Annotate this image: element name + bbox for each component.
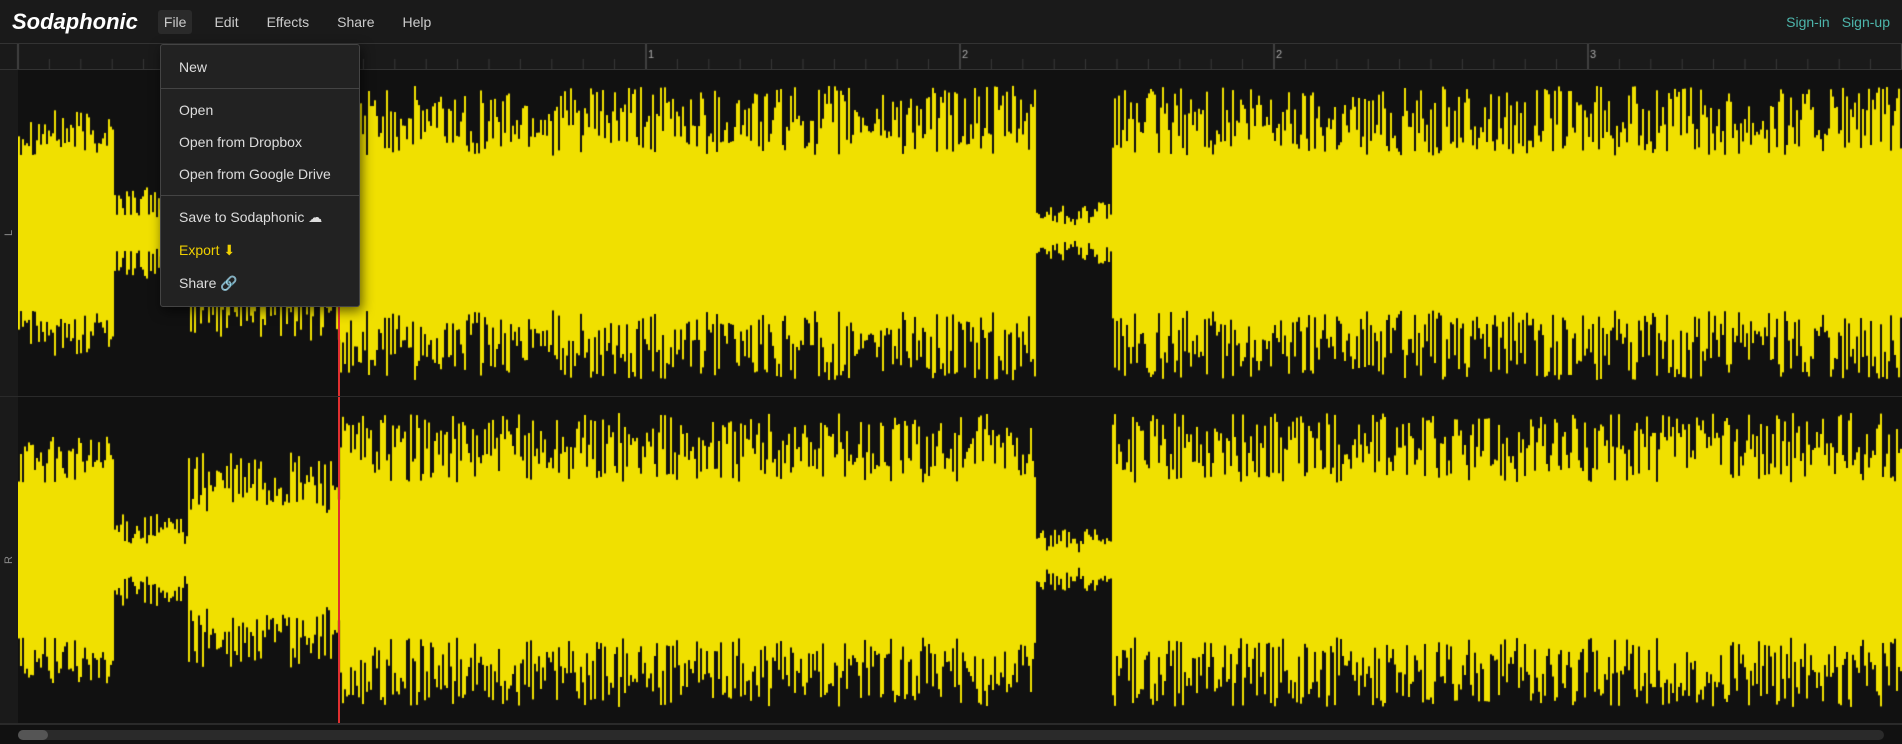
signin-link[interactable]: Sign-in <box>1786 14 1830 30</box>
file-dropdown-menu: New Open Open from Dropbox Open from Goo… <box>160 44 360 307</box>
nav-item-file[interactable]: File <box>158 10 193 34</box>
menu-item-share[interactable]: Share 🔗 <box>161 267 359 300</box>
nav-item-share[interactable]: Share <box>331 10 380 34</box>
scrollbar-thumb[interactable] <box>18 730 48 740</box>
app-logo: Sodaphonic <box>12 9 138 35</box>
menu-item-open[interactable]: Open <box>161 94 359 126</box>
nav-item-help[interactable]: Help <box>396 10 437 34</box>
track-label-left: L <box>0 70 18 396</box>
menu-item-new[interactable]: New <box>161 51 359 83</box>
nav-item-edit[interactable]: Edit <box>208 10 244 34</box>
scrollbar-area <box>0 724 1902 744</box>
track-label-right: R <box>0 397 18 723</box>
waveform-canvas-right <box>18 397 1902 723</box>
menu-item-open-gdrive[interactable]: Open from Google Drive <box>161 158 359 190</box>
nav-item-effects[interactable]: Effects <box>261 10 316 34</box>
scrollbar-track <box>18 730 1884 740</box>
track-right: R <box>0 397 1902 724</box>
track-waveform-right[interactable] <box>18 397 1902 723</box>
nav-right: Sign-in Sign-up <box>1786 14 1890 30</box>
playhead-right <box>338 397 340 723</box>
signup-link[interactable]: Sign-up <box>1842 14 1890 30</box>
menu-item-export[interactable]: Export ⬇ <box>161 234 359 267</box>
menu-item-save[interactable]: Save to Sodaphonic ☁ <box>161 201 359 234</box>
navbar: Sodaphonic File Edit Effects Share Help … <box>0 0 1902 44</box>
nav-menu: File Edit Effects Share Help <box>158 10 1786 34</box>
dropdown-separator-1 <box>161 88 359 89</box>
dropdown-separator-2 <box>161 195 359 196</box>
menu-item-open-dropbox[interactable]: Open from Dropbox <box>161 126 359 158</box>
